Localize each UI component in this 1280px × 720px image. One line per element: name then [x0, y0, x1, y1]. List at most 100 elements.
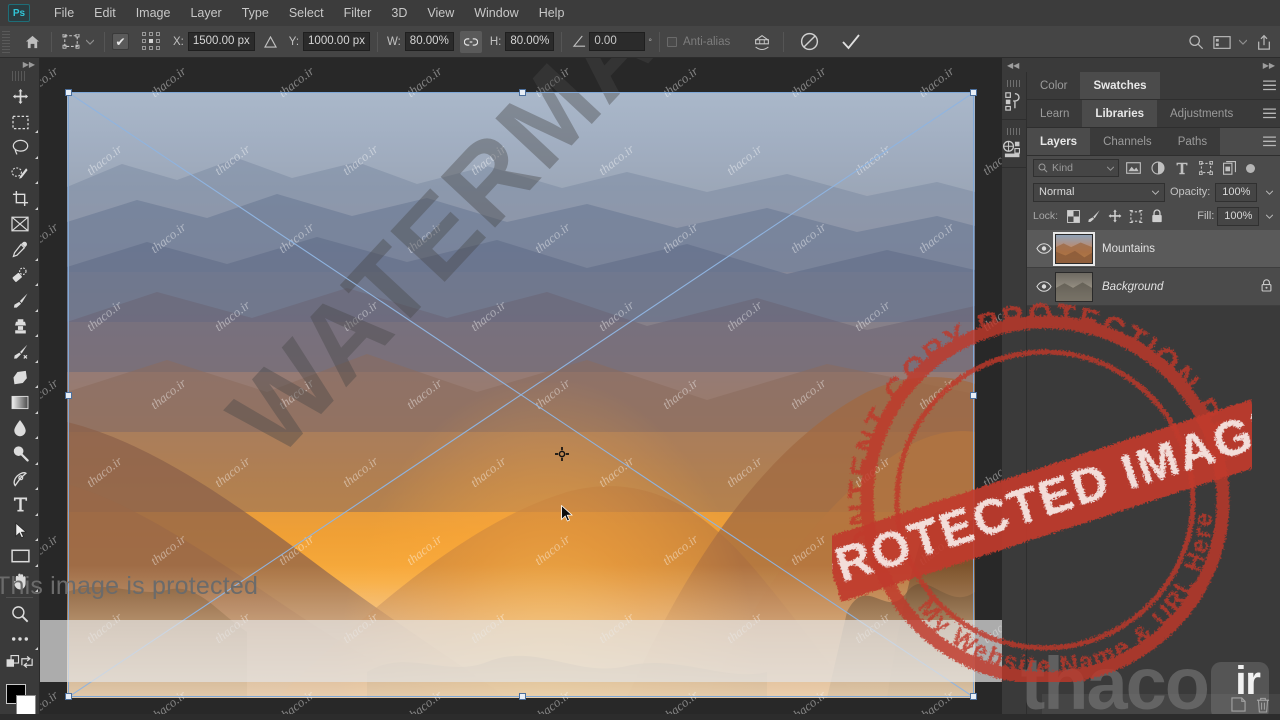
opacity-chevron-down-icon[interactable]: [1262, 183, 1276, 202]
dodge-tool[interactable]: [0, 441, 40, 467]
tab-paths[interactable]: Paths: [1164, 128, 1221, 155]
lock-position-icon[interactable]: [1106, 207, 1124, 225]
lock-artboard-icon[interactable]: [1127, 207, 1145, 225]
layer-row-background[interactable]: Background: [1027, 268, 1280, 306]
tab-layers[interactable]: Layers: [1027, 128, 1091, 155]
relative-position-icon[interactable]: [259, 30, 283, 54]
menu-view[interactable]: View: [417, 3, 464, 23]
layer-row-mountains[interactable]: Mountains: [1027, 230, 1280, 268]
link-icon[interactable]: [459, 30, 482, 53]
clone-stamp-tool[interactable]: [0, 314, 40, 340]
menu-3d[interactable]: 3D: [381, 3, 417, 23]
zoom-tool[interactable]: [0, 601, 40, 627]
panel-menu-icon[interactable]: [1256, 72, 1280, 99]
properties-panel-icon[interactable]: [1002, 120, 1026, 168]
anti-alias-checkbox[interactable]: [666, 36, 677, 47]
free-transform-icon[interactable]: [59, 30, 83, 54]
tab-swatches[interactable]: Swatches: [1080, 72, 1160, 99]
menu-layer[interactable]: Layer: [180, 3, 231, 23]
cancel-transform-icon[interactable]: [797, 30, 821, 54]
filter-kind-select[interactable]: Kind: [1033, 159, 1119, 177]
type-tool[interactable]: [0, 492, 40, 518]
filter-shape-icon[interactable]: [1196, 159, 1215, 177]
filter-adjustment-icon[interactable]: [1148, 159, 1167, 177]
layer-visibility-eye-icon[interactable]: [1033, 243, 1055, 254]
blur-tool[interactable]: [0, 416, 40, 442]
share-icon[interactable]: [1252, 30, 1276, 54]
lock-transparency-icon[interactable]: [1064, 207, 1082, 225]
menu-edit[interactable]: Edit: [84, 3, 126, 23]
edit-toolbar-ellipsis-icon[interactable]: [0, 627, 40, 653]
fill-input[interactable]: 100%: [1217, 206, 1260, 226]
lock-image-icon[interactable]: [1085, 207, 1103, 225]
background-color-swatch[interactable]: [16, 694, 36, 715]
menu-window[interactable]: Window: [464, 3, 528, 23]
crop-tool[interactable]: [0, 186, 40, 212]
blend-mode-select[interactable]: Normal: [1033, 182, 1165, 202]
expand-panels-icon[interactable]: ▶▶: [1263, 61, 1275, 70]
options-divider-3: [376, 31, 378, 52]
opacity-input[interactable]: 100%: [1215, 182, 1258, 202]
tool-preset-chevron-icon[interactable]: [83, 30, 97, 54]
menu-filter[interactable]: Filter: [334, 3, 382, 23]
layer-visibility-eye-icon[interactable]: [1033, 281, 1055, 292]
filter-enable-toggle[interactable]: [1246, 163, 1255, 173]
search-icon[interactable]: [1184, 30, 1208, 54]
auto-select-checkbox[interactable]: ✔: [112, 33, 129, 50]
move-tool[interactable]: [0, 84, 40, 110]
pen-tool[interactable]: [0, 467, 40, 493]
toolbar-grip[interactable]: [12, 71, 27, 81]
frame-tool[interactable]: [0, 212, 40, 238]
gradient-tool[interactable]: [0, 390, 40, 416]
rectangular-marquee-tool[interactable]: [0, 110, 40, 136]
history-panel-icon[interactable]: [1002, 72, 1026, 120]
tab-adjustments[interactable]: Adjustments: [1157, 100, 1247, 127]
spot-healing-brush-tool[interactable]: [0, 263, 40, 289]
menu-type[interactable]: Type: [232, 3, 279, 23]
tab-color[interactable]: Color: [1027, 72, 1081, 99]
brush-tool[interactable]: [0, 288, 40, 314]
menu-file[interactable]: File: [44, 3, 84, 23]
home-icon[interactable]: [20, 30, 44, 54]
menu-help[interactable]: Help: [529, 3, 575, 23]
menu-select[interactable]: Select: [279, 3, 334, 23]
layer-thumbnail-mountains[interactable]: [1053, 231, 1095, 266]
panel-menu-icon[interactable]: [1256, 128, 1280, 155]
default-colors-icon[interactable]: [6, 655, 20, 674]
eraser-tool[interactable]: [0, 365, 40, 391]
lock-all-icon[interactable]: [1148, 207, 1166, 225]
x-input[interactable]: 1500.00 px: [187, 32, 255, 51]
tab-libraries[interactable]: Libraries: [1082, 100, 1157, 127]
lasso-tool[interactable]: [0, 135, 40, 161]
y-input[interactable]: 1000.00 px: [303, 32, 370, 51]
layer-lock-icon[interactable]: [1261, 278, 1272, 295]
angle-input[interactable]: 0.00: [589, 32, 646, 51]
object-selection-tool[interactable]: [0, 161, 40, 187]
transform-reference-point-icon[interactable]: [555, 447, 569, 461]
toolbar-collapse-icon[interactable]: ▶▶: [0, 58, 39, 70]
options-bar-grip[interactable]: [2, 30, 10, 53]
w-input[interactable]: 80.00%: [404, 32, 454, 51]
document-canvas-area[interactable]: thaco.ir thaco.ir thaco.ir thaco.ir thaco.ir…: [40, 58, 1002, 720]
filter-smartobject-icon[interactable]: [1220, 159, 1239, 177]
panel-menu-icon[interactable]: [1256, 100, 1280, 127]
tab-channels[interactable]: Channels: [1090, 128, 1165, 155]
swap-colors-icon[interactable]: [20, 655, 34, 674]
collapse-panels-icon[interactable]: ◀◀: [1007, 61, 1019, 70]
h-input[interactable]: 80.00%: [505, 32, 555, 51]
tab-learn[interactable]: Learn: [1027, 100, 1083, 127]
workspace-icon[interactable]: [1210, 30, 1234, 54]
history-brush-tool[interactable]: [0, 339, 40, 365]
layer-thumbnail-background[interactable]: [1055, 271, 1093, 302]
commit-transform-icon[interactable]: [839, 30, 863, 54]
menu-image[interactable]: Image: [126, 3, 181, 23]
warp-icon[interactable]: [748, 30, 776, 54]
rectangle-tool[interactable]: [0, 543, 40, 569]
filter-pixel-icon[interactable]: [1124, 159, 1143, 177]
fill-chevron-down-icon[interactable]: [1262, 207, 1276, 226]
filter-type-icon[interactable]: [1172, 159, 1191, 177]
reference-point-grid[interactable]: [141, 31, 163, 53]
chevron-down-icon[interactable]: [1236, 30, 1250, 54]
path-selection-tool[interactable]: [0, 518, 40, 544]
eyedropper-tool[interactable]: [0, 237, 40, 263]
